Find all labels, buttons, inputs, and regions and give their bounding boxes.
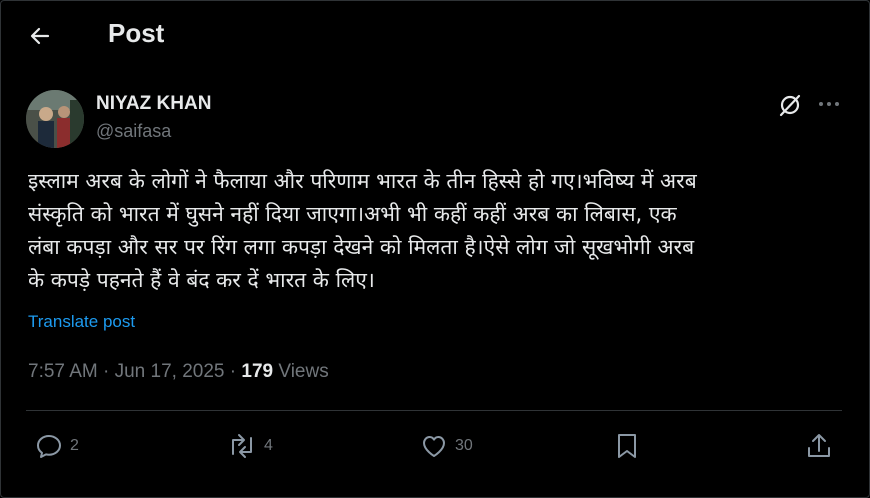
reply-count: 2 bbox=[70, 437, 79, 454]
divider bbox=[26, 410, 842, 411]
back-button[interactable] bbox=[22, 18, 58, 54]
back-arrow-icon bbox=[30, 27, 50, 45]
reply-icon bbox=[37, 435, 61, 458]
share-icon bbox=[808, 434, 830, 457]
page-header: Post bbox=[0, 0, 870, 70]
post-time[interactable]: 7:57 AM bbox=[28, 361, 98, 382]
page-title: Post bbox=[108, 18, 165, 48]
views-label: Views bbox=[278, 361, 329, 382]
post-date[interactable]: Jun 17, 2025 bbox=[115, 361, 225, 382]
grok-button[interactable] bbox=[776, 91, 804, 119]
share-button[interactable] bbox=[804, 430, 834, 462]
more-icon bbox=[819, 102, 839, 106]
translate-post-link[interactable]: Translate post bbox=[28, 312, 135, 332]
like-count: 30 bbox=[455, 437, 473, 454]
more-button[interactable] bbox=[814, 93, 844, 115]
views-count: 179 bbox=[241, 361, 274, 382]
bookmark-button[interactable] bbox=[613, 430, 641, 462]
meta-separator: · bbox=[229, 361, 237, 382]
post-text: इस्लाम अरब के लोगों ने फैलाया और परिणाम … bbox=[28, 169, 697, 292]
repost-count: 4 bbox=[264, 437, 273, 454]
avatar[interactable] bbox=[26, 90, 84, 148]
like-button[interactable]: 30 bbox=[419, 430, 473, 462]
meta-separator: · bbox=[103, 361, 110, 382]
bookmark-icon bbox=[618, 434, 636, 458]
like-icon bbox=[423, 436, 445, 457]
author-name[interactable]: NIYAZ KHAN bbox=[96, 93, 211, 115]
repost-icon bbox=[232, 434, 252, 458]
post-meta: 7:57 AM · Jun 17, 2025 · 179 Views bbox=[28, 361, 329, 383]
avatar-image bbox=[26, 90, 84, 148]
repost-button[interactable]: 4 bbox=[226, 430, 273, 462]
reply-button[interactable]: 2 bbox=[34, 430, 79, 462]
author-handle[interactable]: @saifasa bbox=[96, 121, 171, 142]
grok-icon bbox=[779, 94, 801, 117]
